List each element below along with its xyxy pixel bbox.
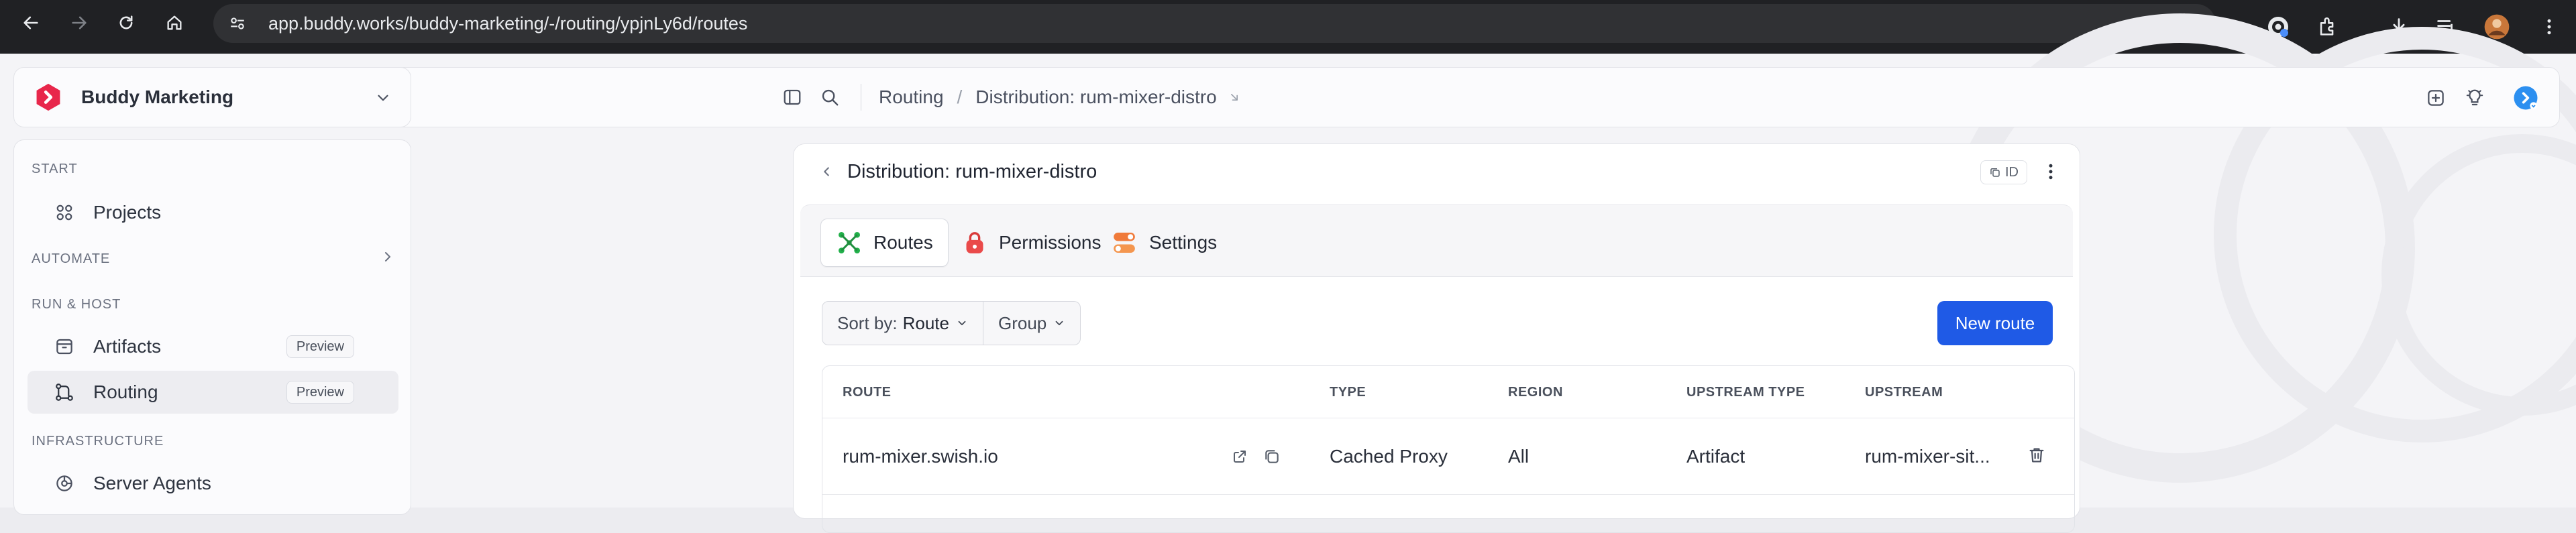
breadcrumb-routing[interactable]: Routing <box>879 86 944 108</box>
chevron-down-icon <box>1053 317 1065 329</box>
browser-toolbar: app.buddy.works/buddy-marketing/-/routin… <box>0 0 2576 54</box>
toggles-icon <box>1110 229 1138 256</box>
sidebar: START Projects AUTOMATE RUN & HOST Artif… <box>13 139 411 515</box>
column-header-region[interactable]: REGION <box>1508 385 1563 400</box>
tab-routes[interactable]: Routes <box>820 219 949 267</box>
sort-prefix: Sort by: <box>837 312 898 333</box>
external-link-icon[interactable] <box>1229 446 1250 467</box>
type-cell: Cached Proxy <box>1330 446 1448 467</box>
server-agent-icon <box>53 472 76 495</box>
upstream-cell[interactable]: rum-mixer-sit... <box>1865 446 1990 467</box>
sidebar-section-start: START <box>32 162 78 176</box>
sidebar-item-server-agents[interactable]: Server Agents <box>28 462 398 505</box>
media-queue-icon[interactable] <box>2426 7 2466 47</box>
sidebar-item-artifacts[interactable]: Artifacts Preview <box>28 325 398 368</box>
column-header-type[interactable]: TYPE <box>1330 385 1366 400</box>
breadcrumb-link-icon[interactable] <box>1228 91 1241 104</box>
sidebar-item-projects[interactable]: Projects <box>28 191 398 234</box>
new-route-button[interactable]: New route <box>1937 301 2053 345</box>
column-header-upstream[interactable]: UPSTREAM <box>1865 385 1943 400</box>
column-header-upstream-type[interactable]: UPSTREAM TYPE <box>1686 385 1805 400</box>
search-icon[interactable] <box>816 84 843 111</box>
sidebar-item-label: Routing <box>93 381 158 402</box>
tab-bar: Routes Permissions Settings <box>800 204 2073 277</box>
tab-label: Routes <box>873 232 933 253</box>
sidebar-toggle-icon[interactable] <box>779 84 806 111</box>
table-header: ROUTE TYPE REGION UPSTREAM TYPE UPSTREAM <box>822 366 2074 418</box>
sidebar-item-label: Artifacts <box>93 336 162 357</box>
reload-icon[interactable] <box>106 3 146 43</box>
routes-icon <box>836 229 863 256</box>
chevron-down-icon <box>956 317 968 329</box>
upstream-type-cell: Artifact <box>1686 446 1746 467</box>
url-text[interactable]: app.buddy.works/buddy-marketing/-/routin… <box>268 13 747 34</box>
breadcrumb-distribution[interactable]: Distribution: rum-mixer-distro <box>975 86 1216 108</box>
distribution-panel: Distribution: rum-mixer-distro ID Routes… <box>793 143 2080 533</box>
sort-dropdown[interactable]: Sort by: Route <box>822 301 983 345</box>
more-options-icon[interactable] <box>2041 162 2061 182</box>
home-icon[interactable] <box>154 3 195 43</box>
background-decoration <box>2381 134 2576 416</box>
breadcrumb-separator: / <box>957 86 963 107</box>
sidebar-section-infrastructure: INFRASTRUCTURE <box>32 434 164 449</box>
downloads-icon[interactable] <box>2379 7 2419 47</box>
group-dropdown[interactable]: Group <box>983 301 1081 345</box>
list-toolbar: Sort by: Route Group <box>822 301 1081 345</box>
user-avatar[interactable] <box>2512 84 2539 111</box>
extensions-puzzle-icon[interactable] <box>2308 7 2348 47</box>
bookmark-star-icon[interactable] <box>2173 11 2196 34</box>
org-name: Buddy Marketing <box>81 86 234 107</box>
trash-icon[interactable] <box>2026 445 2047 466</box>
route-cell[interactable]: rum-mixer.swish.io <box>843 446 998 467</box>
routes-table: ROUTE TYPE REGION UPSTREAM TYPE UPSTREAM… <box>822 365 2075 533</box>
sidebar-item-label: Projects <box>93 202 162 223</box>
region-cell: All <box>1508 446 1529 467</box>
copy-icon[interactable] <box>1261 446 1283 467</box>
buddy-logo-icon <box>33 82 64 113</box>
address-bar[interactable]: app.buddy.works/buddy-marketing/-/routin… <box>213 4 2216 43</box>
tab-permissions[interactable]: Permissions <box>947 219 1116 267</box>
back-chevron-icon[interactable] <box>816 162 837 182</box>
notifications-bulb-icon[interactable] <box>2461 84 2488 111</box>
lock-icon <box>961 229 988 256</box>
org-switcher[interactable]: Buddy Marketing <box>13 67 411 127</box>
copy-icon <box>1989 166 2001 178</box>
top-bar-actions <box>2422 68 2559 128</box>
grid-icon <box>53 201 76 224</box>
id-label: ID <box>2005 164 2019 180</box>
tab-label: Permissions <box>999 232 1102 253</box>
back-icon[interactable] <box>11 3 51 43</box>
archive-icon <box>53 335 76 358</box>
group-label: Group <box>998 312 1047 333</box>
add-icon[interactable] <box>2422 84 2449 111</box>
preview-badge: Preview <box>286 335 354 358</box>
sidebar-section-automate[interactable]: AUTOMATE <box>32 251 110 267</box>
site-settings-icon[interactable] <box>225 11 250 36</box>
chevron-right-icon[interactable] <box>380 249 396 265</box>
sidebar-section-run-host: RUN & HOST <box>32 297 121 312</box>
tab-label: Settings <box>1149 232 1218 253</box>
preview-badge: Preview <box>286 381 354 404</box>
app-top-bar: Routing / Distribution: rum-mixer-distro <box>380 67 2560 127</box>
column-header-route[interactable]: ROUTE <box>843 385 892 400</box>
sort-value: Route <box>902 312 949 333</box>
browser-menu-icon[interactable] <box>2529 7 2569 47</box>
breadcrumb: Routing / Distribution: rum-mixer-distro <box>879 86 1241 108</box>
panel-header: Distribution: rum-mixer-distro ID <box>794 144 2080 199</box>
extension-g-icon[interactable] <box>2258 7 2298 47</box>
sidebar-item-label: Server Agents <box>93 473 211 493</box>
table-row[interactable]: rum-mixer.swish.io Cached Proxy All Arti… <box>822 418 2074 495</box>
profile-avatar[interactable] <box>2477 7 2517 47</box>
panel-title: Distribution: rum-mixer-distro <box>847 160 1097 182</box>
sidebar-item-routing[interactable]: Routing Preview <box>28 371 398 414</box>
copy-id-button[interactable]: ID <box>1980 160 2027 184</box>
chevron-down-icon[interactable] <box>374 89 392 107</box>
forward-icon[interactable] <box>59 3 99 43</box>
routing-icon <box>53 381 76 404</box>
tab-settings[interactable]: Settings <box>1095 219 1232 267</box>
